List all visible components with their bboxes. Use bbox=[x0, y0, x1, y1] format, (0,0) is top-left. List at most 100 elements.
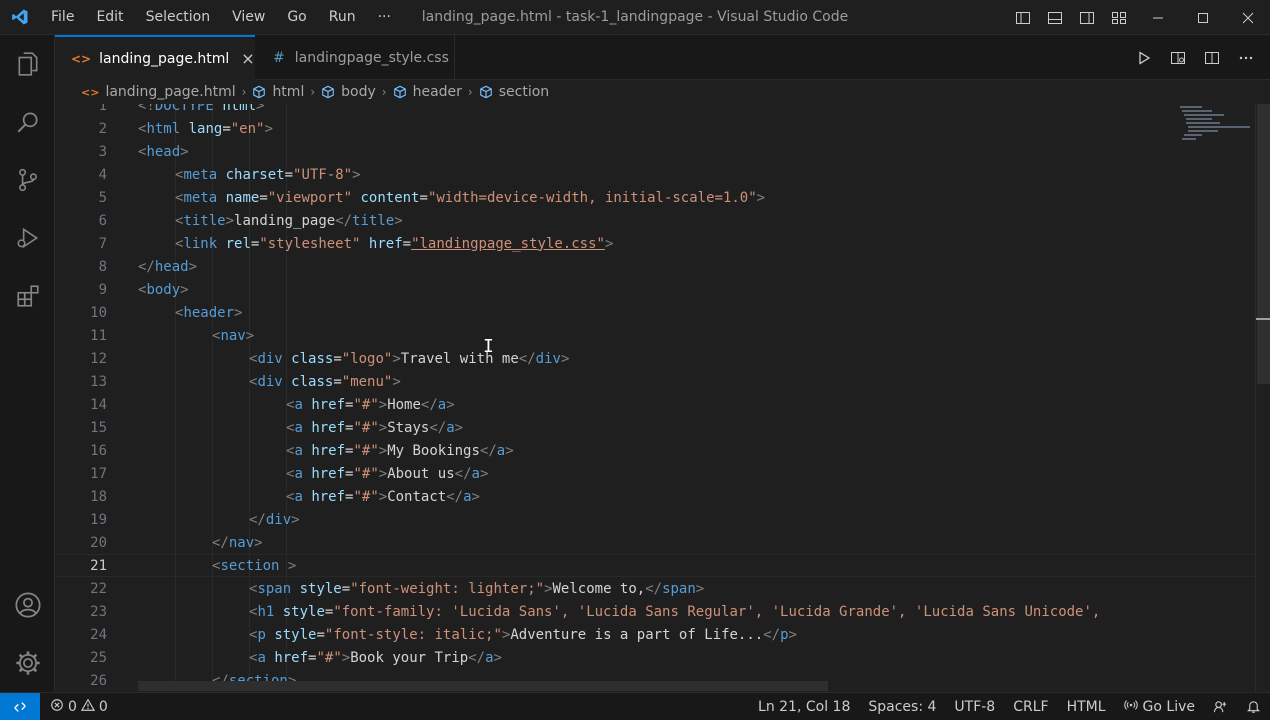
code-line[interactable]: 25 <a href="#">Book your Trip</a> bbox=[55, 646, 1255, 669]
toggle-secondary-sidebar-icon[interactable] bbox=[1076, 7, 1098, 29]
code-token: = bbox=[333, 373, 342, 390]
code-token: > bbox=[604, 235, 614, 252]
accounts-icon[interactable] bbox=[0, 576, 55, 634]
minimap[interactable] bbox=[1178, 104, 1256, 154]
end-of-line[interactable]: CRLF bbox=[1004, 699, 1057, 715]
code-line[interactable]: 17 <a href="#">About us</a> bbox=[55, 462, 1255, 485]
breadcrumb-section[interactable]: section bbox=[479, 84, 549, 100]
vertical-scrollbar[interactable] bbox=[1255, 104, 1270, 692]
run-debug-icon[interactable] bbox=[0, 209, 55, 267]
menu-view[interactable]: View bbox=[221, 0, 276, 35]
code-line[interactable]: 19 </div> bbox=[55, 508, 1255, 531]
horizontal-scrollbar[interactable] bbox=[138, 681, 828, 691]
breadcrumb-html[interactable]: html bbox=[252, 84, 304, 100]
menu-file[interactable]: File bbox=[40, 0, 85, 35]
notifications-bell-icon[interactable] bbox=[1237, 699, 1270, 714]
code-token: nav bbox=[228, 534, 255, 551]
go-live-button[interactable]: Go Live bbox=[1115, 698, 1204, 716]
code-line[interactable]: 15 <a href="#">Stays</a> bbox=[55, 416, 1255, 439]
code-token: > bbox=[544, 580, 553, 597]
css-file-icon: # bbox=[273, 49, 285, 66]
scrollbar-thumb[interactable] bbox=[1257, 104, 1270, 384]
code-line[interactable]: 21 <section > bbox=[55, 554, 1255, 577]
language-mode[interactable]: HTML bbox=[1058, 699, 1115, 715]
code-line[interactable]: 4 <meta charset="UTF-8"> bbox=[55, 163, 1255, 186]
code-line[interactable]: 5 <meta name="viewport" content="width=de… bbox=[55, 186, 1255, 209]
code-line[interactable]: 6 <title>landing_page</title> bbox=[55, 209, 1255, 232]
close-window-icon[interactable] bbox=[1225, 0, 1270, 35]
menu-edit[interactable]: Edit bbox=[85, 0, 134, 35]
maximize-icon[interactable] bbox=[1180, 0, 1225, 35]
code-token: </ bbox=[454, 465, 472, 482]
open-preview-icon[interactable] bbox=[1168, 48, 1188, 68]
code-text: <header> bbox=[175, 305, 242, 321]
code-line[interactable]: 24 <p style="font-style: italic;">Adventu… bbox=[55, 623, 1255, 646]
search-icon[interactable] bbox=[0, 93, 55, 151]
code-token: style bbox=[282, 603, 325, 620]
settings-gear-icon[interactable] bbox=[0, 634, 55, 692]
run-file-icon[interactable] bbox=[1134, 48, 1154, 68]
extensions-icon[interactable] bbox=[0, 267, 55, 325]
code-line[interactable]: 22 <span style="font-weight: lighter;">We… bbox=[55, 577, 1255, 600]
code-line[interactable]: 1 <!DOCTYPE html> bbox=[55, 104, 1255, 117]
code-token: > bbox=[378, 488, 388, 505]
code-line[interactable]: 3 <head> bbox=[55, 140, 1255, 163]
code-text: <nav> bbox=[212, 328, 254, 344]
breadcrumb-body[interactable]: body bbox=[321, 84, 376, 100]
code-token: </ bbox=[249, 511, 266, 528]
cursor-position[interactable]: Ln 21, Col 18 bbox=[749, 699, 859, 715]
code-token: "viewport" bbox=[267, 189, 353, 206]
code-line[interactable]: 20 </nav> bbox=[55, 531, 1255, 554]
code-token: Travel with me bbox=[400, 350, 519, 367]
split-editor-icon[interactable] bbox=[1202, 48, 1222, 68]
code-token: > bbox=[287, 557, 297, 574]
breadcrumb-file[interactable]: <> landing_page.html bbox=[81, 84, 236, 100]
code-editor[interactable]: 1 <!DOCTYPE html> 2 <html lang="en"> 3 <head>… bbox=[55, 104, 1255, 692]
code-token: span bbox=[257, 580, 292, 597]
code-token: content bbox=[360, 189, 420, 206]
menu-run[interactable]: Run bbox=[318, 0, 367, 35]
customize-layout-icon[interactable] bbox=[1108, 7, 1130, 29]
close-tab-icon[interactable]: × bbox=[241, 49, 254, 68]
breadcrumb-header[interactable]: header bbox=[393, 84, 462, 100]
toggle-primary-sidebar-icon[interactable] bbox=[1012, 7, 1034, 29]
tab-landingpage-style-css[interactable]: # landingpage_style.css bbox=[255, 35, 455, 80]
minimize-icon[interactable] bbox=[1135, 0, 1180, 35]
code-token: > bbox=[378, 442, 388, 459]
code-line[interactable]: 12 <div class="logo">Travel with me</div> bbox=[55, 347, 1255, 370]
code-line[interactable]: 8 </head> bbox=[55, 255, 1255, 278]
tab-landing-page-html[interactable]: <> landing_page.html × bbox=[55, 35, 255, 80]
menu-go[interactable]: Go bbox=[276, 0, 317, 35]
code-line[interactable]: 2 <html lang="en"> bbox=[55, 117, 1255, 140]
toggle-panel-icon[interactable] bbox=[1044, 7, 1066, 29]
code-line[interactable]: 7 <link rel="stylesheet" href="landingpag… bbox=[55, 232, 1255, 255]
code-line[interactable]: 18 <a href="#">Contact</a> bbox=[55, 485, 1255, 508]
element-cube-icon bbox=[479, 85, 493, 99]
explorer-icon[interactable] bbox=[0, 35, 55, 93]
code-token: Contact bbox=[387, 488, 447, 505]
html-file-icon: <> bbox=[71, 51, 92, 66]
code-token: href bbox=[368, 235, 403, 252]
indentation[interactable]: Spaces: 4 bbox=[859, 699, 945, 715]
source-control-icon[interactable] bbox=[0, 151, 55, 209]
code-line[interactable]: 23 <h1 style="font-family: 'Lucida Sans',… bbox=[55, 600, 1255, 623]
problems-indicator[interactable]: 0 0 bbox=[50, 698, 108, 716]
encoding[interactable]: UTF-8 bbox=[945, 699, 1004, 715]
code-line[interactable]: 14 <a href="#">Home</a> bbox=[55, 393, 1255, 416]
code-line[interactable]: 9 <body> bbox=[55, 278, 1255, 301]
code-token: span bbox=[662, 580, 696, 597]
code-token: meta bbox=[183, 189, 218, 206]
code-line[interactable]: 16 <a href="#">My Bookings</a> bbox=[55, 439, 1255, 462]
remote-indicator-icon[interactable] bbox=[0, 693, 40, 720]
line-number: 5 bbox=[98, 189, 107, 206]
more-actions-icon[interactable] bbox=[1236, 48, 1256, 68]
feedback-icon[interactable] bbox=[1204, 699, 1237, 714]
code-line[interactable]: 13 <div class="menu"> bbox=[55, 370, 1255, 393]
code-text: <meta charset="UTF-8"> bbox=[175, 167, 361, 183]
code-line[interactable]: 11 <nav> bbox=[55, 324, 1255, 347]
code-line[interactable]: 10 <header> bbox=[55, 301, 1255, 324]
menu-selection[interactable]: Selection bbox=[135, 0, 222, 35]
